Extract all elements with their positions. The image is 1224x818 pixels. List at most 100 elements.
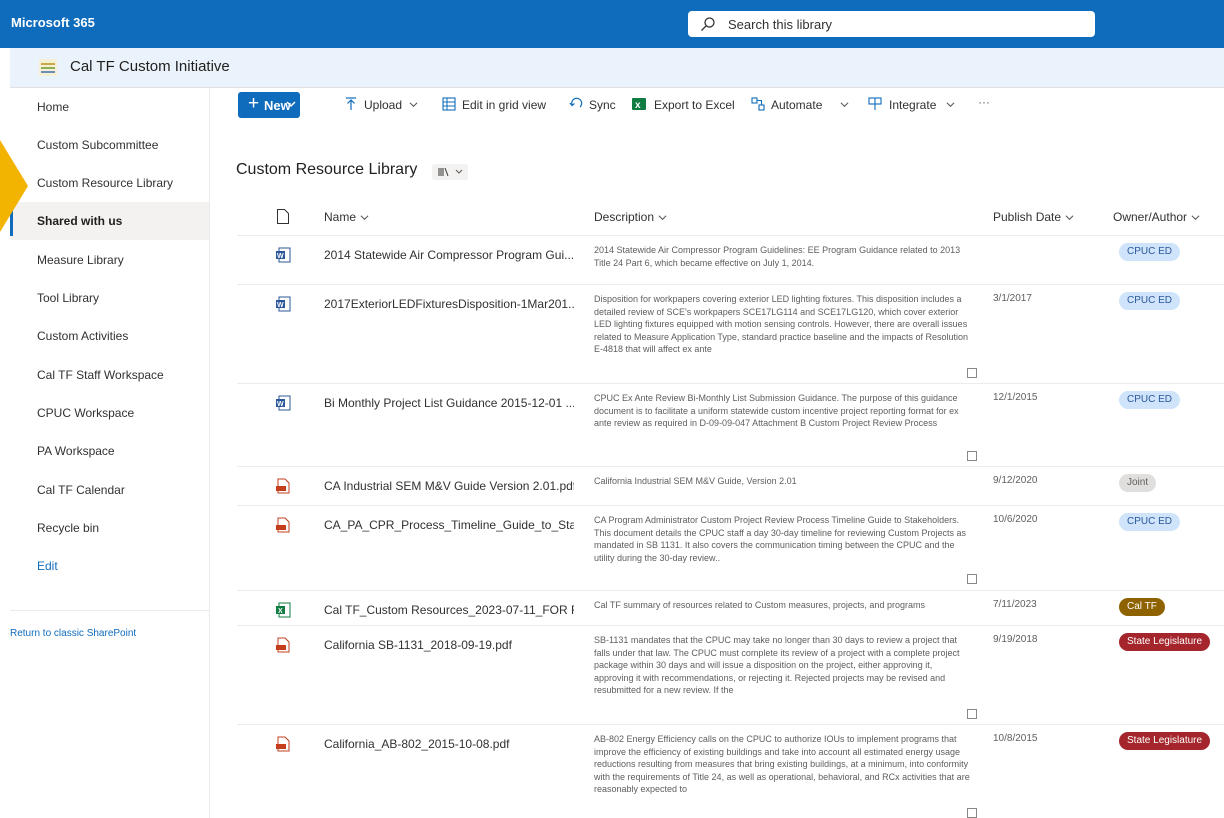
search-placeholder: Search this library xyxy=(728,17,833,32)
svg-text:x: x xyxy=(635,100,641,111)
search-box[interactable]: Search this library xyxy=(688,11,1095,37)
nav-item-measure-library[interactable]: Measure Library xyxy=(10,241,209,279)
more-icon[interactable]: ··· xyxy=(978,95,998,115)
open-external-icon[interactable] xyxy=(967,451,977,461)
svg-text:W: W xyxy=(277,401,284,408)
owner-badge: State Legislature xyxy=(1119,633,1211,651)
app-brand[interactable]: Microsoft 365 xyxy=(11,15,95,30)
site-header: Cal TF Custom Initiative xyxy=(10,48,1224,88)
open-external-icon[interactable] xyxy=(967,574,977,584)
library-view-icon[interactable] xyxy=(432,164,468,180)
nav-item-label: Custom Subcommittee xyxy=(37,138,159,152)
nav-item-cal-tf-staff-workspace[interactable]: Cal TF Staff Workspace xyxy=(10,356,209,394)
publish-date: 10/8/2015 xyxy=(993,733,1038,744)
file-name[interactable]: 2014 Statewide Air Compressor Program Gu… xyxy=(324,248,574,262)
file-name[interactable]: California SB-1131_2018-09-19.pdf xyxy=(324,638,574,652)
nav-item-custom-subcommittee[interactable]: Custom Subcommittee xyxy=(10,126,209,164)
chevron-down-icon xyxy=(1191,215,1200,221)
nav-item-tool-library[interactable]: Tool Library xyxy=(10,279,209,317)
export-to-excel-button[interactable]: x Export to Excel xyxy=(632,95,742,115)
grid-label: Edit in grid view xyxy=(462,98,547,112)
table-row[interactable]: California_AB-802_2015-10-08.pdf AB-802 … xyxy=(237,725,1224,818)
sync-icon xyxy=(569,97,583,108)
return-to-classic-link[interactable]: Return to classic SharePoint xyxy=(10,628,136,639)
table-row[interactable]: W Bi Monthly Project List Guidance 2015-… xyxy=(237,384,1224,467)
edit-grid-view-button[interactable]: Edit in grid view xyxy=(442,95,562,115)
pdf-icon xyxy=(276,736,290,752)
svg-text:W: W xyxy=(277,253,284,260)
file-name[interactable]: Bi Monthly Project List Guidance 2015-12… xyxy=(324,396,574,410)
publish-date: 12/1/2015 xyxy=(993,392,1038,403)
automate-button[interactable]: Automate xyxy=(751,95,856,115)
table-row[interactable]: W 2014 Statewide Air Compressor Program … xyxy=(237,236,1224,285)
file-description: CA Program Administrator Custom Project … xyxy=(594,515,966,563)
upload-icon xyxy=(346,97,356,110)
nav-divider xyxy=(10,610,209,611)
nav-item-label: CPUC Workspace xyxy=(37,406,135,420)
publish-date: 3/1/2017 xyxy=(993,293,1032,304)
nav-item-cal-tf-calendar[interactable]: Cal TF Calendar xyxy=(10,471,209,509)
integrate-button[interactable]: Integrate xyxy=(868,95,958,115)
owner-badge: State Legislature xyxy=(1119,732,1211,750)
suite-header: Microsoft 365 Search this library xyxy=(0,0,1224,48)
open-external-icon[interactable] xyxy=(967,368,977,378)
chevron-down-icon xyxy=(409,102,418,108)
upload-button[interactable]: Upload xyxy=(345,95,425,115)
file-name[interactable]: 2017ExteriorLEDFixturesDisposition-1Mar2… xyxy=(324,297,574,311)
nav-item-label: Tool Library xyxy=(37,291,100,305)
document-icon[interactable] xyxy=(277,209,289,224)
table-row[interactable]: X Cal TF_Custom Resources_2023-07-11_FOR… xyxy=(237,591,1224,626)
file-name[interactable]: CA_PA_CPR_Process_Timeline_Guide_to_Stak… xyxy=(324,518,574,532)
table-row[interactable]: CA_PA_CPR_Process_Timeline_Guide_to_Stak… xyxy=(237,506,1224,591)
sync-button[interactable]: Sync xyxy=(569,95,619,115)
nav-item-shared-with-us[interactable]: Shared with us xyxy=(10,202,209,240)
pointer-arrow xyxy=(0,140,28,232)
column-label: Owner/Author xyxy=(1113,210,1188,224)
site-logo-icon[interactable] xyxy=(39,59,57,76)
nav-item-cpuc-workspace[interactable]: CPUC Workspace xyxy=(10,394,209,432)
nav-item-label: PA Workspace xyxy=(37,444,115,458)
pdf-icon xyxy=(276,478,290,494)
file-description: SB-1131 mandates that the CPUC may take … xyxy=(594,635,960,695)
column-label: Description xyxy=(594,210,655,224)
open-external-icon[interactable] xyxy=(967,709,977,719)
chevron-down-icon xyxy=(1065,215,1074,221)
automate-icon xyxy=(751,97,765,111)
chevron-down-icon xyxy=(840,102,849,108)
owner-badge: Joint xyxy=(1119,474,1157,492)
table-row[interactable]: W 2017ExteriorLEDFixturesDisposition-1Ma… xyxy=(237,285,1224,384)
command-bar: + New Upload Edit in grid view Sync x Ex… xyxy=(210,88,1224,124)
nav-item-home[interactable]: Home xyxy=(10,88,209,126)
nav-item-custom-resource-library[interactable]: Custom Resource Library xyxy=(10,164,209,202)
open-external-icon[interactable] xyxy=(967,808,977,818)
left-navigation: Home Custom Subcommittee Custom Resource… xyxy=(10,88,210,818)
nav-item-label: Cal TF Staff Workspace xyxy=(37,368,164,382)
site-title[interactable]: Cal TF Custom Initiative xyxy=(70,58,230,75)
library-title[interactable]: Custom Resource Library xyxy=(236,161,417,179)
file-description: AB-802 Energy Efficiency calls on the CP… xyxy=(594,734,970,794)
nav-item-label: Custom Activities xyxy=(37,329,129,343)
word-icon: W xyxy=(276,247,291,263)
file-description: CPUC Ex Ante Review Bi-Monthly List Subm… xyxy=(594,393,959,428)
nav-item-custom-activities[interactable]: Custom Activities xyxy=(10,317,209,355)
integrate-label: Integrate xyxy=(889,98,937,112)
excel-icon: X xyxy=(276,602,291,618)
automate-label: Automate xyxy=(771,98,823,112)
table-row[interactable]: California SB-1131_2018-09-19.pdf SB-113… xyxy=(237,626,1224,725)
nav-item-label: Custom Resource Library xyxy=(37,176,174,190)
table-row[interactable]: CA Industrial SEM M&V Guide Version 2.01… xyxy=(237,467,1224,506)
column-header-owner[interactable]: Owner/Author xyxy=(1113,210,1200,224)
file-name[interactable]: California_AB-802_2015-10-08.pdf xyxy=(324,737,574,751)
nav-item-pa-workspace[interactable]: PA Workspace xyxy=(10,432,209,470)
file-name[interactable]: CA Industrial SEM M&V Guide Version 2.01… xyxy=(324,479,574,493)
column-header-publish-date[interactable]: Publish Date xyxy=(993,210,1074,224)
integrate-icon xyxy=(868,97,882,110)
nav-edit-link[interactable]: Edit xyxy=(10,547,209,585)
file-description: Disposition for workpapers covering exte… xyxy=(594,294,969,354)
file-name[interactable]: Cal TF_Custom Resources_2023-07-11_FOR R… xyxy=(324,603,574,617)
column-header-description[interactable]: Description xyxy=(594,210,667,224)
nav-item-recycle-bin[interactable]: Recycle bin xyxy=(10,509,209,547)
column-header-name[interactable]: Name xyxy=(324,210,369,224)
sync-label: Sync xyxy=(589,98,616,112)
new-button[interactable]: + New xyxy=(238,92,300,118)
